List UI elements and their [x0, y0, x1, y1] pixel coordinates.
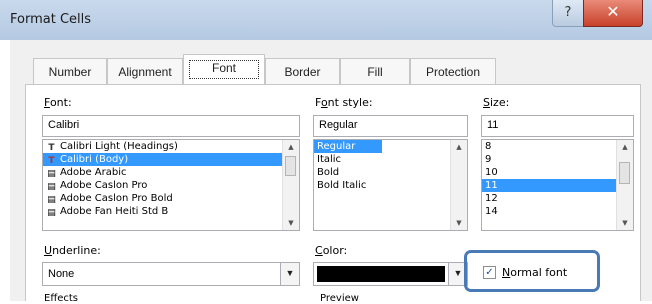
list-item[interactable]: 12 [482, 192, 633, 205]
underline-select[interactable]: None ▼ [42, 262, 300, 286]
help-button[interactable]: ? [552, 0, 584, 27]
close-button[interactable]: ✕ [583, 0, 643, 27]
list-item[interactable]: Italic [314, 153, 467, 166]
scroll-up-icon[interactable]: ▲ [617, 140, 633, 154]
opentype-font-icon: ▤ [47, 182, 56, 192]
tab-number[interactable]: Number [33, 58, 107, 84]
tab-label: Number [48, 65, 92, 79]
list-item[interactable]: T Calibri (Body) [43, 153, 283, 166]
tab-alignment[interactable]: Alignment [107, 58, 183, 84]
size-label: Size: [483, 96, 510, 109]
font-list[interactable]: T Calibri Light (Headings) T Calibri (Body… [42, 139, 300, 231]
color-label: Color: [315, 244, 348, 257]
opentype-font-icon: ▤ [47, 208, 56, 218]
close-icon: ✕ [606, 2, 620, 21]
size-list-scrollbar[interactable]: ▲ ▼ [616, 140, 633, 230]
font-input[interactable]: Calibri [42, 115, 300, 137]
effects-label: Effects [44, 293, 78, 304]
scroll-down-icon[interactable]: ▼ [617, 216, 633, 230]
scroll-up-icon[interactable]: ▲ [283, 140, 299, 154]
size-list[interactable]: 8 9 10 11 12 14 ▲ ▼ [481, 139, 634, 231]
truetype-font-icon: T [48, 156, 55, 166]
preview-label: Preview [320, 293, 359, 304]
dialog-title: Format Cells [10, 12, 92, 27]
tab-label: Border [284, 65, 321, 79]
tab-protection[interactable]: Protection [410, 58, 496, 84]
color-swatch [317, 266, 445, 282]
list-item[interactable]: ▤ Adobe Caslon Pro [43, 179, 299, 192]
list-item[interactable]: 9 [482, 153, 633, 166]
font-style-input[interactable]: Regular [313, 115, 468, 137]
font-style-scrollbar[interactable]: ▲ ▼ [450, 140, 467, 230]
tab-label: Alignment [118, 65, 172, 79]
list-item[interactable]: 14 [482, 205, 633, 218]
tab-label: Protection [425, 65, 481, 79]
list-item[interactable]: Bold Italic [314, 179, 467, 192]
scroll-thumb[interactable] [285, 156, 296, 176]
scroll-down-icon[interactable]: ▼ [451, 216, 467, 230]
font-list-scrollbar[interactable]: ▲ ▼ [282, 140, 299, 230]
list-item[interactable]: Bold [314, 166, 467, 179]
tab-label: Fill [367, 65, 383, 79]
font-style-label: Font style: [315, 96, 373, 109]
underline-label: Underline: [44, 244, 101, 257]
truetype-font-icon: T [48, 143, 55, 153]
list-item[interactable]: ▤ Adobe Arabic [43, 166, 299, 179]
scroll-down-icon[interactable]: ▼ [283, 216, 299, 230]
list-item[interactable]: Regular [314, 140, 382, 153]
tab-font[interactable]: Font [183, 54, 265, 85]
list-item[interactable]: 8 [482, 140, 633, 153]
size-input[interactable]: 11 [481, 115, 634, 137]
opentype-font-icon: ▤ [47, 195, 56, 205]
color-picker[interactable]: ▼ [313, 262, 468, 286]
tab-label: Font [211, 61, 236, 75]
annotation-highlight-box [464, 250, 600, 292]
help-icon: ? [564, 5, 572, 20]
scroll-up-icon[interactable]: ▲ [451, 140, 467, 154]
underline-value: None [48, 268, 75, 280]
list-item[interactable]: 11 [482, 179, 617, 192]
list-item[interactable]: ▤ Adobe Caslon Pro Bold [43, 192, 299, 205]
font-style-list[interactable]: Regular Italic Bold Bold Italic ▲ ▼ [313, 139, 468, 231]
tab-fill[interactable]: Fill [340, 58, 410, 84]
list-item[interactable]: T Calibri Light (Headings) [43, 140, 299, 153]
font-label: Font: [44, 96, 72, 109]
opentype-font-icon: ▤ [47, 169, 56, 179]
chevron-down-icon[interactable]: ▼ [280, 263, 299, 285]
tab-border[interactable]: Border [265, 58, 340, 84]
list-item[interactable]: 10 [482, 166, 633, 179]
scroll-thumb[interactable] [619, 162, 630, 184]
list-item[interactable]: ▤ Adobe Fan Heiti Std B [43, 205, 299, 218]
